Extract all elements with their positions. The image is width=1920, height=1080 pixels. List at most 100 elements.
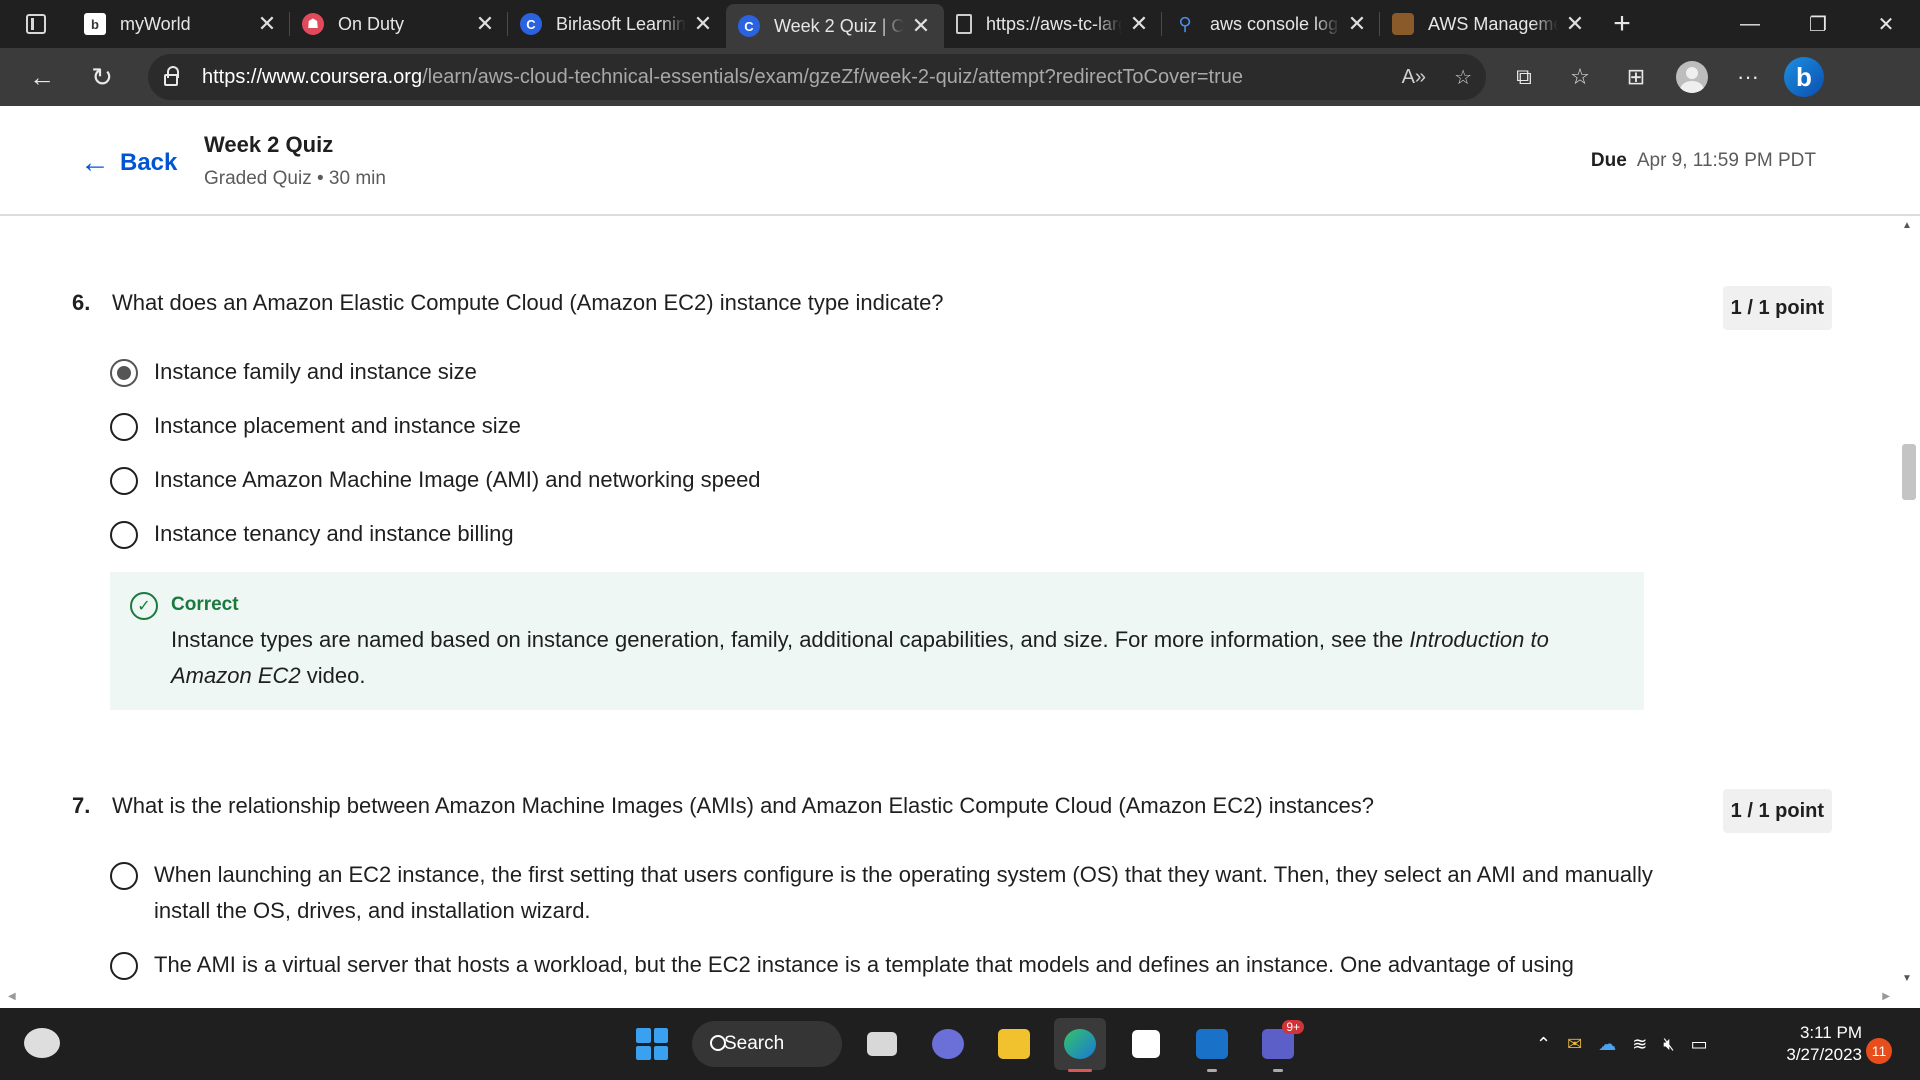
address-bar[interactable]: https://www.coursera.org/learn/aws-cloud… <box>148 54 1486 100</box>
refresh-icon[interactable]: ↻ <box>72 48 132 106</box>
option-label: Instance tenancy and instance billing <box>154 521 514 546</box>
answer-option[interactable]: The AMI is a virtual server that hosts a… <box>110 951 1670 983</box>
volume-muted-icon[interactable]: 🔇︎ <box>1663 1034 1674 1055</box>
add-favorite-icon[interactable]: ☆ <box>1454 65 1472 90</box>
scroll-left-icon[interactable]: ◀ <box>8 991 16 1002</box>
tab-aws-tc-largeobjects[interactable]: https://aws-tc-largeobjects ✕ <box>944 0 1162 48</box>
radio-button[interactable] <box>110 467 138 495</box>
more-options-icon[interactable]: ··· <box>1720 48 1776 106</box>
on-duty-favicon-icon: ☗ <box>302 13 324 35</box>
folder-icon <box>998 1029 1030 1059</box>
restore-icon[interactable]: ❐ <box>1784 0 1852 48</box>
answer-option[interactable]: Instance family and instance size <box>110 358 477 390</box>
outlook-button[interactable] <box>1186 1018 1238 1072</box>
tab-close-icon[interactable]: ✕ <box>692 11 714 37</box>
due-date: Due Apr 9, 11:59 PM PDT <box>1590 150 1816 171</box>
myworld-favicon-icon: b <box>84 13 106 35</box>
back-arrow-icon: ← <box>80 146 110 179</box>
answer-option[interactable]: Instance tenancy and instance billing <box>110 520 514 552</box>
quiz-content: 6. What does an Amazon Elastic Compute C… <box>0 216 1896 988</box>
edge-button[interactable] <box>1054 1018 1106 1072</box>
outlook-icon <box>1196 1029 1228 1059</box>
browser-tab-strip: b myWorld ✕ ☗ On Duty ✕ C Birlasoft Lear… <box>0 0 1920 48</box>
back-label: Back <box>120 149 178 176</box>
quiz-header: ← Back Week 2 Quiz Graded Quiz • 30 min … <box>0 106 1920 216</box>
store-button[interactable] <box>1120 1018 1172 1070</box>
start-button[interactable] <box>626 1018 678 1070</box>
radio-button[interactable] <box>110 952 138 980</box>
browser-toolbar: ← ↻ https://www.coursera.org/learn/aws-c… <box>0 48 1920 106</box>
read-aloud-icon[interactable]: A» <box>1402 66 1426 89</box>
answer-option[interactable]: When launching an EC2 instance, the firs… <box>110 861 1670 929</box>
teams-button[interactable]: 9+ <box>1252 1018 1304 1072</box>
tab-myworld[interactable]: b myWorld ✕ <box>72 0 290 48</box>
taskbar-search[interactable]: Search <box>692 1021 842 1067</box>
back-link[interactable]: ← Back <box>80 146 177 180</box>
tab-aws-console-login[interactable]: ⚲ aws console login ✕ <box>1162 0 1380 48</box>
favorites-icon[interactable]: ☆ <box>1552 48 1608 106</box>
search-label: Search <box>724 1033 785 1054</box>
radio-button[interactable] <box>110 521 138 549</box>
collections-icon[interactable]: ⊞ <box>1608 48 1664 106</box>
weather-icon[interactable] <box>24 1028 60 1058</box>
onedrive-icon[interactable]: ☁ <box>1598 1034 1616 1055</box>
tab-close-icon[interactable]: ✕ <box>256 11 278 37</box>
tab-close-icon[interactable]: ✕ <box>1564 11 1586 37</box>
task-view-button[interactable] <box>856 1018 908 1070</box>
feedback-status: Correct <box>171 594 239 615</box>
question-text: What is the relationship between Amazon … <box>112 793 1374 818</box>
lock-icon[interactable] <box>148 66 194 86</box>
scroll-right-icon[interactable]: ▶ <box>1882 991 1890 1002</box>
new-tab-button[interactable]: + <box>1598 0 1646 48</box>
tab-week-2-quiz[interactable]: C Week 2 Quiz | Coursera ✕ <box>726 4 944 48</box>
tab-close-icon[interactable]: ✕ <box>1128 11 1150 37</box>
scroll-up-icon[interactable]: ▲ <box>1902 220 1912 231</box>
radio-button[interactable] <box>110 862 138 890</box>
tab-actions-button[interactable] <box>0 0 72 48</box>
radio-button[interactable] <box>110 413 138 441</box>
system-tray: ⌃ ✉ ☁ ≋ 🔇︎ ▭ <box>1536 1008 1708 1080</box>
minimize-icon[interactable]: — <box>1716 0 1784 48</box>
profile-avatar[interactable] <box>1664 48 1720 106</box>
tab-close-icon[interactable]: ✕ <box>474 11 496 37</box>
coursera-favicon-icon: C <box>520 13 542 35</box>
tab-aws-management-console[interactable]: AWS Management Console ✕ <box>1380 0 1598 48</box>
tab-on-duty[interactable]: ☗ On Duty ✕ <box>290 0 508 48</box>
chat-icon <box>932 1029 964 1059</box>
radio-button-selected[interactable] <box>110 359 138 387</box>
battery-icon[interactable]: ▭ <box>1691 1034 1708 1055</box>
coursera-favicon-icon: C <box>738 15 760 37</box>
question-number: 6. <box>72 290 91 315</box>
points-badge: 1 / 1 point <box>1722 789 1832 833</box>
scroll-down-icon[interactable]: ▼ <box>1902 973 1912 984</box>
task-view-icon <box>867 1032 897 1056</box>
file-explorer-button[interactable] <box>988 1018 1040 1070</box>
back-arrow-icon[interactable]: ← <box>12 48 72 106</box>
tab-birlasoft-learning[interactable]: C Birlasoft Learning ✕ <box>508 0 726 48</box>
page-title: Week 2 Quiz <box>204 132 334 157</box>
tab-title: AWS Management Console <box>1428 13 1558 34</box>
answer-option[interactable]: Instance placement and instance size <box>110 412 521 444</box>
scrollbar-thumb[interactable] <box>1902 444 1916 500</box>
feedback-text: Instance types are named based on instan… <box>171 627 1549 688</box>
chat-button[interactable] <box>922 1018 974 1070</box>
extensions-icon[interactable]: ⧉ <box>1496 48 1552 106</box>
windows-taskbar: Search 9+ ⌃ ✉ ☁ ≋ 🔇︎ ▭ 3:11 PM 3/27/2023… <box>0 1008 1920 1080</box>
tab-close-icon[interactable]: ✕ <box>1346 11 1368 37</box>
date: 3/27/2023 <box>1786 1045 1862 1064</box>
answer-option[interactable]: Instance Amazon Machine Image (AMI) and … <box>110 466 761 498</box>
horizontal-scrollbar[interactable]: ◀ ▶ <box>0 988 1920 1008</box>
tab-close-icon[interactable]: ✕ <box>910 13 932 39</box>
clock[interactable]: 3:11 PM 3/27/2023 <box>1768 1022 1862 1066</box>
wifi-icon[interactable]: ≋ <box>1632 1034 1647 1055</box>
notification-badge[interactable]: 11 <box>1866 1038 1892 1064</box>
chevron-up-icon[interactable]: ⌃ <box>1536 1034 1551 1055</box>
aws-favicon-icon <box>1392 13 1414 35</box>
option-label: The AMI is a virtual server that hosts a… <box>154 952 1574 977</box>
mail-icon[interactable]: ✉ <box>1567 1034 1582 1055</box>
vertical-scrollbar[interactable]: ▲ ▼ <box>1896 216 1920 988</box>
close-window-icon[interactable]: ✕ <box>1852 0 1920 48</box>
bing-button[interactable]: b <box>1776 48 1832 106</box>
check-circle-icon: ✓ <box>130 592 158 620</box>
url-text[interactable]: https://www.coursera.org/learn/aws-cloud… <box>202 66 1243 89</box>
